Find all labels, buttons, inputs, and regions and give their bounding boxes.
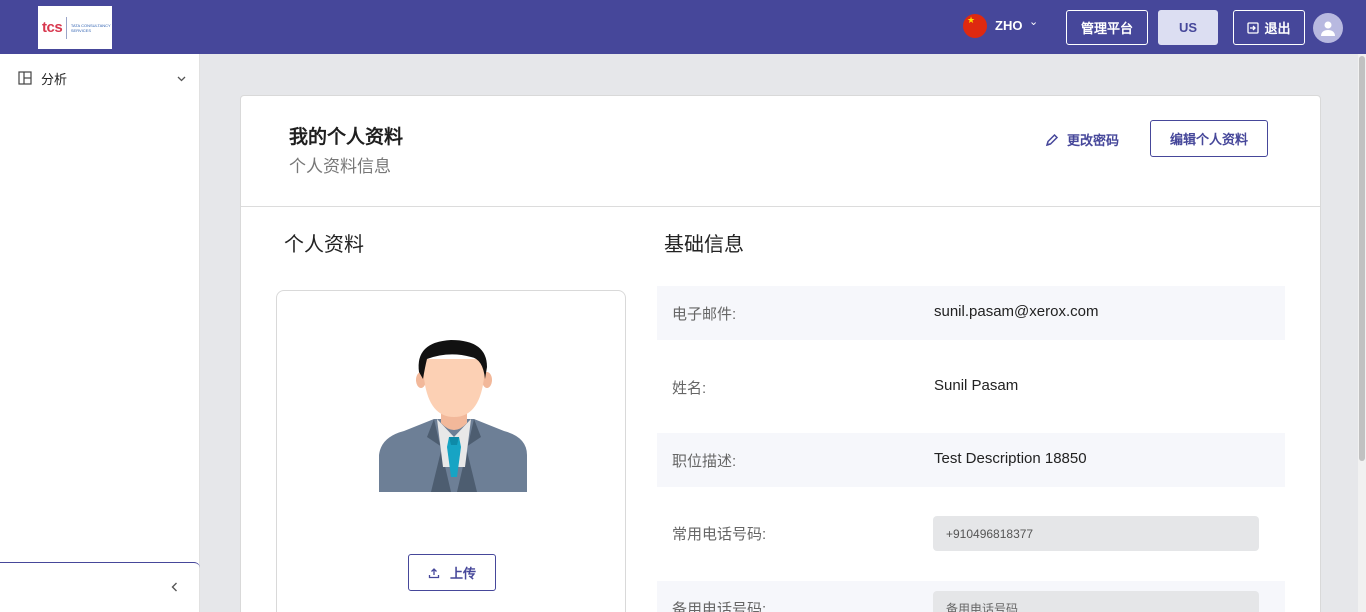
upload-button[interactable]: 上传 [408,554,496,591]
sidebar-item-analytics[interactable]: 分析 [18,68,188,88]
edit-profile-button[interactable]: 编辑个人资料 [1150,120,1268,157]
sidebar-item-label: 分析 [41,71,68,87]
page-title: 我的个人资料 [289,127,404,148]
top-nav-bar: tcs TATA CONSULTANCY SERVICES ★ ZHO ⌄ 管理… [0,0,1366,54]
sidebar: 分析 [0,54,200,612]
primary-phone-field[interactable] [933,516,1259,551]
email-value: sunil.pasam@xerox.com [934,303,1099,320]
upload-label: 上传 [449,566,476,581]
logout-icon [1247,21,1260,34]
collapse-sidebar-icon[interactable] [171,579,178,595]
backup-phone-field[interactable] [933,591,1259,612]
name-label: 姓名: [672,380,707,397]
primary-phone-label: 常用电话号码: [672,526,767,543]
chevron-down-icon[interactable]: ⌄ [1029,15,1038,28]
logo-subtext: TATA CONSULTANCY SERVICES [70,22,111,33]
profile-photo-avatar [379,340,527,492]
china-flag-icon[interactable]: ★ [963,14,987,38]
info-row-backup-phone: 备用电话号码: [657,581,1285,612]
logout-button[interactable]: 退出 [1233,10,1305,45]
job-description-value: Test Description 18850 [934,450,1087,467]
basic-info-heading: 基础信息 [664,234,744,256]
email-label: 电子邮件: [672,306,737,323]
language-code[interactable]: ZHO [995,18,1022,33]
profile-section-heading: 个人资料 [284,234,364,256]
logo-brand: tcs [42,19,63,36]
card-header: 我的个人资料 个人资料信息 更改密码 编辑个人资料 [241,96,1320,207]
change-password-link[interactable]: 更改密码 [1045,130,1119,149]
region-button[interactable]: US [1158,10,1218,45]
info-row-primary-phone: 常用电话号码: [657,506,1285,560]
sidebar-footer [0,562,200,612]
name-value: Sunil Pasam [934,377,1019,394]
profile-card: 我的个人资料 个人资料信息 更改密码 编辑个人资料 个人资料 基础信息 上传 电… [240,95,1321,612]
upload-icon [428,567,440,578]
info-row-email: 电子邮件: sunil.pasam@xerox.com [657,286,1285,340]
pencil-icon [1045,133,1059,146]
page-scrollbar-thumb[interactable] [1359,56,1365,461]
panel-icon [18,71,32,85]
info-row-name: 姓名: Sunil Pasam [657,360,1285,414]
backup-phone-label: 备用电话号码: [672,601,767,612]
job-description-label: 职位描述: [672,453,737,470]
admin-platform-button[interactable]: 管理平台 [1066,10,1148,45]
chevron-down-icon[interactable] [177,74,186,85]
tcs-logo[interactable]: tcs TATA CONSULTANCY SERVICES [38,6,112,49]
logout-label: 退出 [1264,21,1291,36]
profile-photo-box: 上传 [276,290,626,612]
change-password-label: 更改密码 [1067,133,1120,148]
info-row-job-description: 职位描述: Test Description 18850 [657,433,1285,487]
page-subtitle: 个人资料信息 [289,157,391,176]
user-avatar-icon[interactable] [1313,13,1343,43]
